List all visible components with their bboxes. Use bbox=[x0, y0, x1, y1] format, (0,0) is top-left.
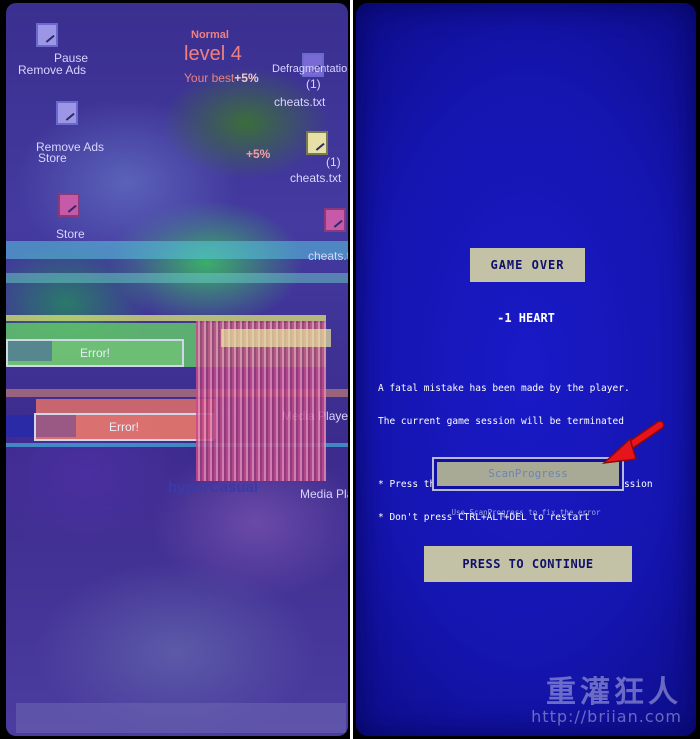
watermark-url: http://briian.com bbox=[531, 707, 682, 726]
glitched-desktop-panel: Pause Remove Ads Remove Ads Store Store … bbox=[6, 3, 348, 736]
desktop-label: (1) bbox=[326, 155, 341, 169]
level-label: level 4 bbox=[184, 43, 242, 65]
panel-divider bbox=[350, 0, 353, 739]
pause-icon[interactable] bbox=[36, 23, 58, 47]
desktop-label: Defragmentation bbox=[272, 63, 348, 75]
game-over-screen: GAME OVER -1 HEART A fatal mistake has b… bbox=[356, 3, 696, 736]
glitch-strip bbox=[221, 329, 331, 347]
desktop-label: Store bbox=[56, 227, 85, 241]
difficulty-label: Normal bbox=[191, 29, 229, 41]
desktop-label: Remove Ads bbox=[18, 63, 87, 77]
desktop-label: (1) bbox=[306, 77, 321, 91]
desktop-label: cheats.txt bbox=[290, 171, 342, 185]
game-over-banner: GAME OVER bbox=[470, 248, 585, 282]
watermark-title: 重灌狂人 bbox=[546, 675, 682, 710]
error-dialog[interactable]: Error! bbox=[6, 339, 184, 367]
store-icon[interactable] bbox=[58, 193, 80, 217]
message-line: A fatal mistake has been made by the pla… bbox=[378, 383, 630, 394]
glitch-strip bbox=[16, 703, 346, 733]
watermark: 重灌狂人 http://briian.com bbox=[531, 667, 682, 726]
desktop-label: cheats.t bbox=[308, 249, 348, 263]
text-file-icon[interactable] bbox=[306, 131, 328, 155]
scan-progress-label: ScanProgress bbox=[437, 462, 619, 486]
desktop-label: hyperCasual bbox=[168, 479, 259, 496]
error-dialog[interactable]: Error! bbox=[34, 413, 214, 441]
remove-ads-icon[interactable] bbox=[56, 101, 78, 125]
glitch-strip bbox=[6, 241, 348, 259]
desktop-label: Store bbox=[38, 151, 67, 165]
desktop-label: cheats.txt bbox=[274, 95, 326, 109]
scan-hint-text: Use ScanProgress to fix the error bbox=[451, 508, 601, 517]
scan-progress-button[interactable]: ScanProgress bbox=[432, 457, 624, 491]
heart-penalty-text: -1 HEART bbox=[497, 311, 555, 325]
best-score: Your best+5% bbox=[184, 71, 259, 85]
desktop-label: Media Pla bbox=[300, 487, 348, 501]
text-file-icon[interactable] bbox=[324, 208, 346, 232]
red-arrow-icon bbox=[601, 420, 665, 465]
glitch-strip bbox=[6, 273, 348, 283]
bonus-label: +5% bbox=[246, 147, 271, 161]
continue-button[interactable]: PRESS TO CONTINUE bbox=[424, 546, 632, 582]
